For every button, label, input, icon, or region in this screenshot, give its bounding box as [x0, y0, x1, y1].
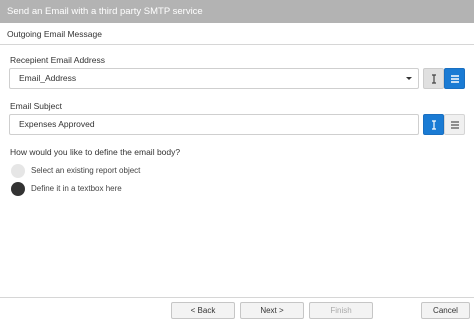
radio-existing-report-label[interactable]: Select an existing report object [31, 166, 140, 175]
dialog-footer: < Back Next > Finish Cancel [0, 297, 474, 324]
recipient-dropdown[interactable]: Email_Address [9, 68, 419, 89]
recipient-label: Recepient Email Address [10, 55, 105, 65]
radio-textbox-label[interactable]: Define it in a textbox here [31, 184, 122, 193]
recipient-text-mode-button[interactable] [423, 68, 444, 89]
next-button[interactable]: Next > [240, 302, 304, 319]
body-question: How would you like to define the email b… [10, 147, 181, 157]
chevron-down-icon [406, 77, 412, 80]
list-icon [451, 75, 459, 83]
cancel-button[interactable]: Cancel [421, 302, 470, 319]
subject-list-mode-button[interactable] [444, 114, 465, 135]
subject-text-mode-button[interactable] [423, 114, 444, 135]
list-icon [451, 121, 459, 129]
radio-textbox[interactable] [11, 182, 25, 196]
section-header: Outgoing Email Message [0, 23, 474, 45]
dialog-title-bar: Send an Email with a third party SMTP se… [0, 0, 474, 23]
recipient-list-mode-button[interactable] [444, 68, 465, 89]
text-cursor-icon [432, 74, 436, 84]
back-button[interactable]: < Back [171, 302, 235, 319]
section-title: Outgoing Email Message [7, 29, 102, 39]
subject-label: Email Subject [10, 101, 62, 111]
text-cursor-icon [432, 120, 436, 130]
subject-value: Expenses Approved [19, 119, 95, 129]
radio-existing-report[interactable] [11, 164, 25, 178]
recipient-value: Email_Address [19, 73, 77, 83]
subject-input[interactable]: Expenses Approved [9, 114, 419, 135]
dialog-title: Send an Email with a third party SMTP se… [7, 6, 203, 17]
finish-button[interactable]: Finish [309, 302, 373, 319]
